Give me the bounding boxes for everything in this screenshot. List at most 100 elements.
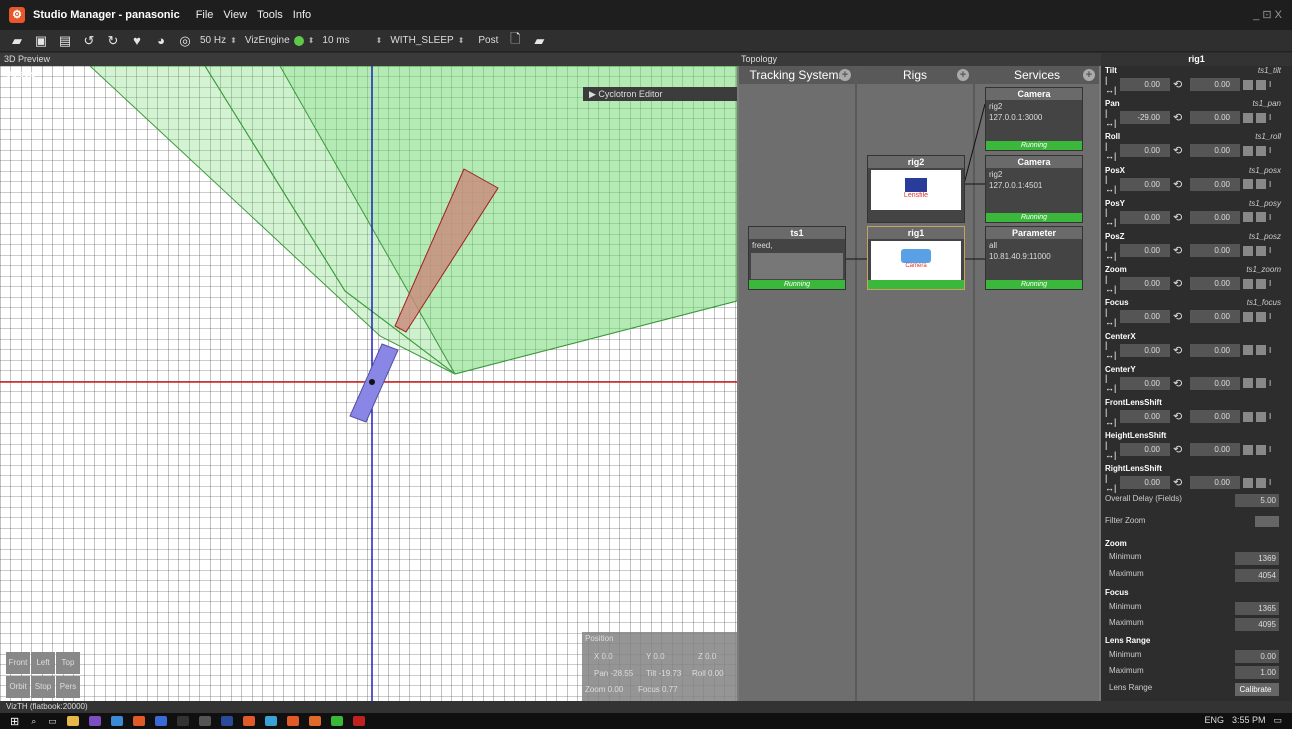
capture-icon[interactable]	[1243, 311, 1253, 322]
menu-file[interactable]: File	[196, 9, 214, 21]
zoom-max-input[interactable]: 4054	[1235, 569, 1279, 582]
capture-icon[interactable]	[1243, 477, 1253, 488]
task-view-icon[interactable]: ▭	[48, 716, 57, 727]
link-icon[interactable]: |↔|	[1105, 340, 1117, 360]
reset-icon[interactable]: ⟲	[1173, 377, 1187, 390]
view-pers-button[interactable]: Pers	[56, 676, 80, 698]
toggle-icon[interactable]	[1256, 245, 1266, 256]
clock[interactable]: 3:55 PM	[1232, 715, 1266, 726]
lock-icon[interactable]: I	[1269, 213, 1271, 222]
toggle-icon[interactable]	[1256, 411, 1266, 422]
link-icon[interactable]: |↔|	[1105, 207, 1117, 227]
link-icon[interactable]: |↔|	[1105, 75, 1117, 95]
view-front-button[interactable]: Front	[6, 652, 30, 674]
3d-preview[interactable]	[0, 66, 737, 701]
lock-icon[interactable]: I	[1269, 146, 1271, 155]
link-icon[interactable]: |↔|	[1105, 440, 1117, 460]
camera-service-2[interactable]: Camera rig2 127.0.0.1:4501 Running	[985, 155, 1083, 223]
link-icon[interactable]: |↔|	[1105, 108, 1117, 128]
toggle-icon[interactable]	[1256, 278, 1266, 289]
window-controls[interactable]: _ ⊡ X	[1253, 8, 1282, 21]
redo-icon[interactable]: ↻	[106, 33, 120, 49]
app-icon-1[interactable]	[110, 716, 123, 726]
objects-label[interactable]: Objects	[5, 69, 36, 79]
reset-icon[interactable]: ⟲	[1173, 111, 1187, 124]
value-input[interactable]: 0.00	[1190, 244, 1240, 257]
lock-icon[interactable]: I	[1269, 279, 1271, 288]
link-icon[interactable]: |↔|	[1105, 241, 1117, 261]
engine-select[interactable]: VizEngine ⬍	[245, 35, 315, 46]
reset-icon[interactable]: ⟲	[1173, 244, 1187, 257]
save-all-icon[interactable]: ▤	[58, 33, 72, 49]
view-orbit-button[interactable]: Orbit	[6, 676, 30, 698]
offset-input[interactable]: 0.00	[1120, 177, 1170, 191]
link-icon[interactable]: |↔|	[1105, 373, 1117, 393]
menu-info[interactable]: Info	[293, 9, 311, 21]
rig2-card[interactable]: rig2 Lensfile	[867, 155, 965, 223]
filter-zoom-toggle[interactable]	[1255, 516, 1279, 527]
mode-select[interactable]: WITH_SLEEP ⬍	[390, 35, 464, 46]
ndi-icon[interactable]	[220, 716, 233, 726]
offset-input[interactable]: 0.00	[1120, 443, 1170, 457]
cyclotron-editor-button[interactable]: ▶ Cyclotron Editor	[583, 87, 737, 101]
value-input[interactable]: 0.00	[1190, 443, 1240, 457]
language-indicator[interactable]: ENG	[1204, 715, 1224, 726]
value-input[interactable]: 0.00	[1190, 310, 1240, 324]
reset-icon[interactable]: ⟲	[1173, 211, 1187, 224]
capture-icon[interactable]	[1243, 378, 1253, 389]
zoom-min-input[interactable]: 1369	[1235, 552, 1279, 565]
capture-icon[interactable]	[1243, 112, 1253, 123]
toggle-icon[interactable]	[1256, 345, 1266, 356]
save-icon[interactable]: ▣	[34, 33, 48, 49]
menu-view[interactable]: View	[223, 9, 247, 21]
value-input[interactable]: 0.00	[1190, 111, 1240, 125]
capture-icon[interactable]	[1243, 212, 1253, 223]
offset-input[interactable]: 0.00	[1120, 144, 1170, 158]
view-left-button[interactable]: Left	[31, 652, 55, 674]
reset-icon[interactable]: ⟲	[1173, 78, 1187, 91]
heart-icon[interactable]: ♥	[130, 33, 144, 48]
lock-icon[interactable]: I	[1269, 379, 1271, 388]
lens-min-input[interactable]: 0.00	[1235, 650, 1279, 663]
toggle-icon[interactable]	[1256, 145, 1266, 156]
lock-icon[interactable]: I	[1269, 113, 1271, 122]
pie-icon[interactable]: ◕	[154, 33, 168, 48]
link-icon[interactable]: |↔|	[1105, 174, 1117, 194]
visual-studio-icon[interactable]	[88, 716, 101, 726]
reset-icon[interactable]: ⟲	[1173, 178, 1187, 191]
lens-max-input[interactable]: 1.00	[1235, 666, 1279, 679]
offset-input[interactable]: 0.00	[1120, 244, 1170, 257]
app-icon-9[interactable]	[330, 716, 343, 726]
app-icon-8[interactable]	[308, 716, 321, 726]
value-input[interactable]: 0.00	[1190, 144, 1240, 158]
lock-icon[interactable]: I	[1269, 312, 1271, 321]
capture-icon[interactable]	[1243, 79, 1253, 90]
value-input[interactable]: 0.00	[1190, 210, 1240, 224]
app-icon-6[interactable]	[264, 716, 277, 726]
toggle-icon[interactable]	[1256, 212, 1266, 223]
reset-icon[interactable]: ⟲	[1173, 277, 1187, 290]
focus-min-input[interactable]: 1365	[1235, 602, 1279, 615]
undo-icon[interactable]: ↺	[82, 33, 96, 49]
toggle-icon[interactable]	[1256, 444, 1266, 455]
toggle-icon[interactable]	[1256, 477, 1266, 488]
open-folder-icon[interactable]: ▰	[10, 33, 24, 49]
ts1-card[interactable]: ts1 freed, Running	[748, 226, 846, 290]
lock-icon[interactable]: I	[1269, 80, 1271, 89]
app-icon-7[interactable]	[286, 716, 299, 726]
parameter-service[interactable]: Parameter all 10.81.40.9:11000 Running	[985, 226, 1083, 290]
menu-tools[interactable]: Tools	[257, 9, 283, 21]
capture-icon[interactable]	[1243, 411, 1253, 422]
explorer-icon[interactable]	[66, 716, 79, 726]
offset-input[interactable]: 0.00	[1120, 410, 1170, 423]
calibrate-button[interactable]: Calibrate	[1235, 683, 1279, 696]
capture-icon[interactable]	[1243, 145, 1253, 156]
capture-icon[interactable]	[1243, 345, 1253, 356]
reset-icon[interactable]: ⟲	[1173, 476, 1187, 489]
reset-icon[interactable]: ⟲	[1173, 144, 1187, 157]
link-icon[interactable]: |↔|	[1105, 141, 1117, 161]
offset-input[interactable]: 0.00	[1120, 476, 1170, 490]
capture-icon[interactable]	[1243, 179, 1253, 190]
reset-icon[interactable]: ⟲	[1173, 310, 1187, 323]
focus-max-input[interactable]: 4095	[1235, 618, 1279, 631]
